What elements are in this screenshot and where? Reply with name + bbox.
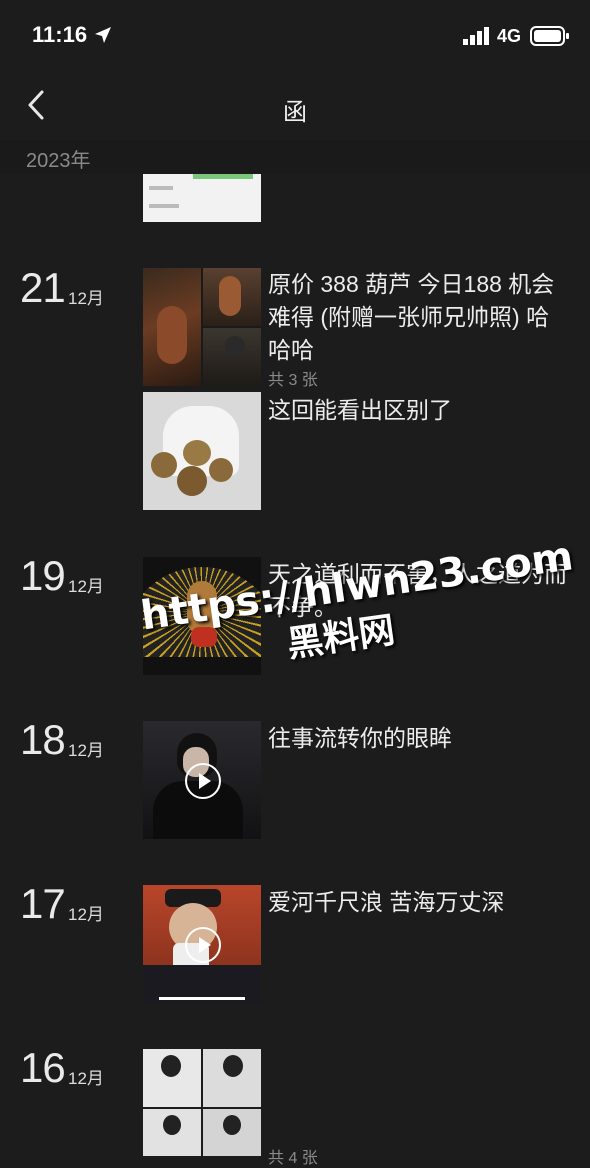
post-image-grid[interactable] bbox=[143, 268, 261, 386]
date-month: 12月 bbox=[68, 1069, 104, 1088]
nav-bar: 函 bbox=[0, 70, 590, 140]
post-text[interactable]: 往事流转你的眼眸 bbox=[268, 722, 568, 755]
network-type: 4G bbox=[497, 26, 522, 46]
status-time: 11:16 bbox=[32, 22, 88, 47]
post-video[interactable] bbox=[143, 885, 261, 1003]
post-text[interactable]: 爱河千尺浪 苦海万丈深 bbox=[268, 886, 568, 919]
date-day: 19 bbox=[20, 552, 66, 599]
date-month: 12月 bbox=[68, 905, 104, 924]
signal-bars-icon bbox=[463, 27, 489, 45]
post-image[interactable] bbox=[143, 392, 261, 510]
status-bar: 11:16 4G bbox=[0, 0, 590, 70]
post-image-grid[interactable] bbox=[143, 1049, 261, 1156]
year-header: 2023年 bbox=[0, 140, 590, 174]
year-label: 2023年 bbox=[26, 150, 91, 172]
date-day: 21 bbox=[20, 264, 66, 311]
post-text[interactable]: 这回能看出区别了 bbox=[268, 394, 568, 427]
post-text[interactable]: 原价 388 葫芦 今日188 机会难得 (附赠一张师兄帅照) 哈哈哈 bbox=[268, 268, 568, 367]
battery-icon bbox=[530, 26, 569, 46]
image-count: 共 4 张 bbox=[268, 1150, 318, 1167]
page-title: 函 bbox=[283, 99, 307, 126]
image-count: 共 3 张 bbox=[268, 372, 318, 389]
location-arrow-icon bbox=[95, 27, 111, 43]
date-month: 12月 bbox=[68, 741, 104, 760]
post-video[interactable] bbox=[143, 721, 261, 839]
play-icon[interactable] bbox=[185, 927, 221, 963]
play-icon[interactable] bbox=[185, 763, 221, 799]
date-day: 18 bbox=[20, 716, 66, 763]
date-day: 16 bbox=[20, 1044, 66, 1091]
date-month: 12月 bbox=[68, 289, 104, 308]
date-day: 17 bbox=[20, 880, 66, 927]
date-month: 12月 bbox=[68, 577, 104, 596]
post-image[interactable] bbox=[143, 174, 261, 222]
